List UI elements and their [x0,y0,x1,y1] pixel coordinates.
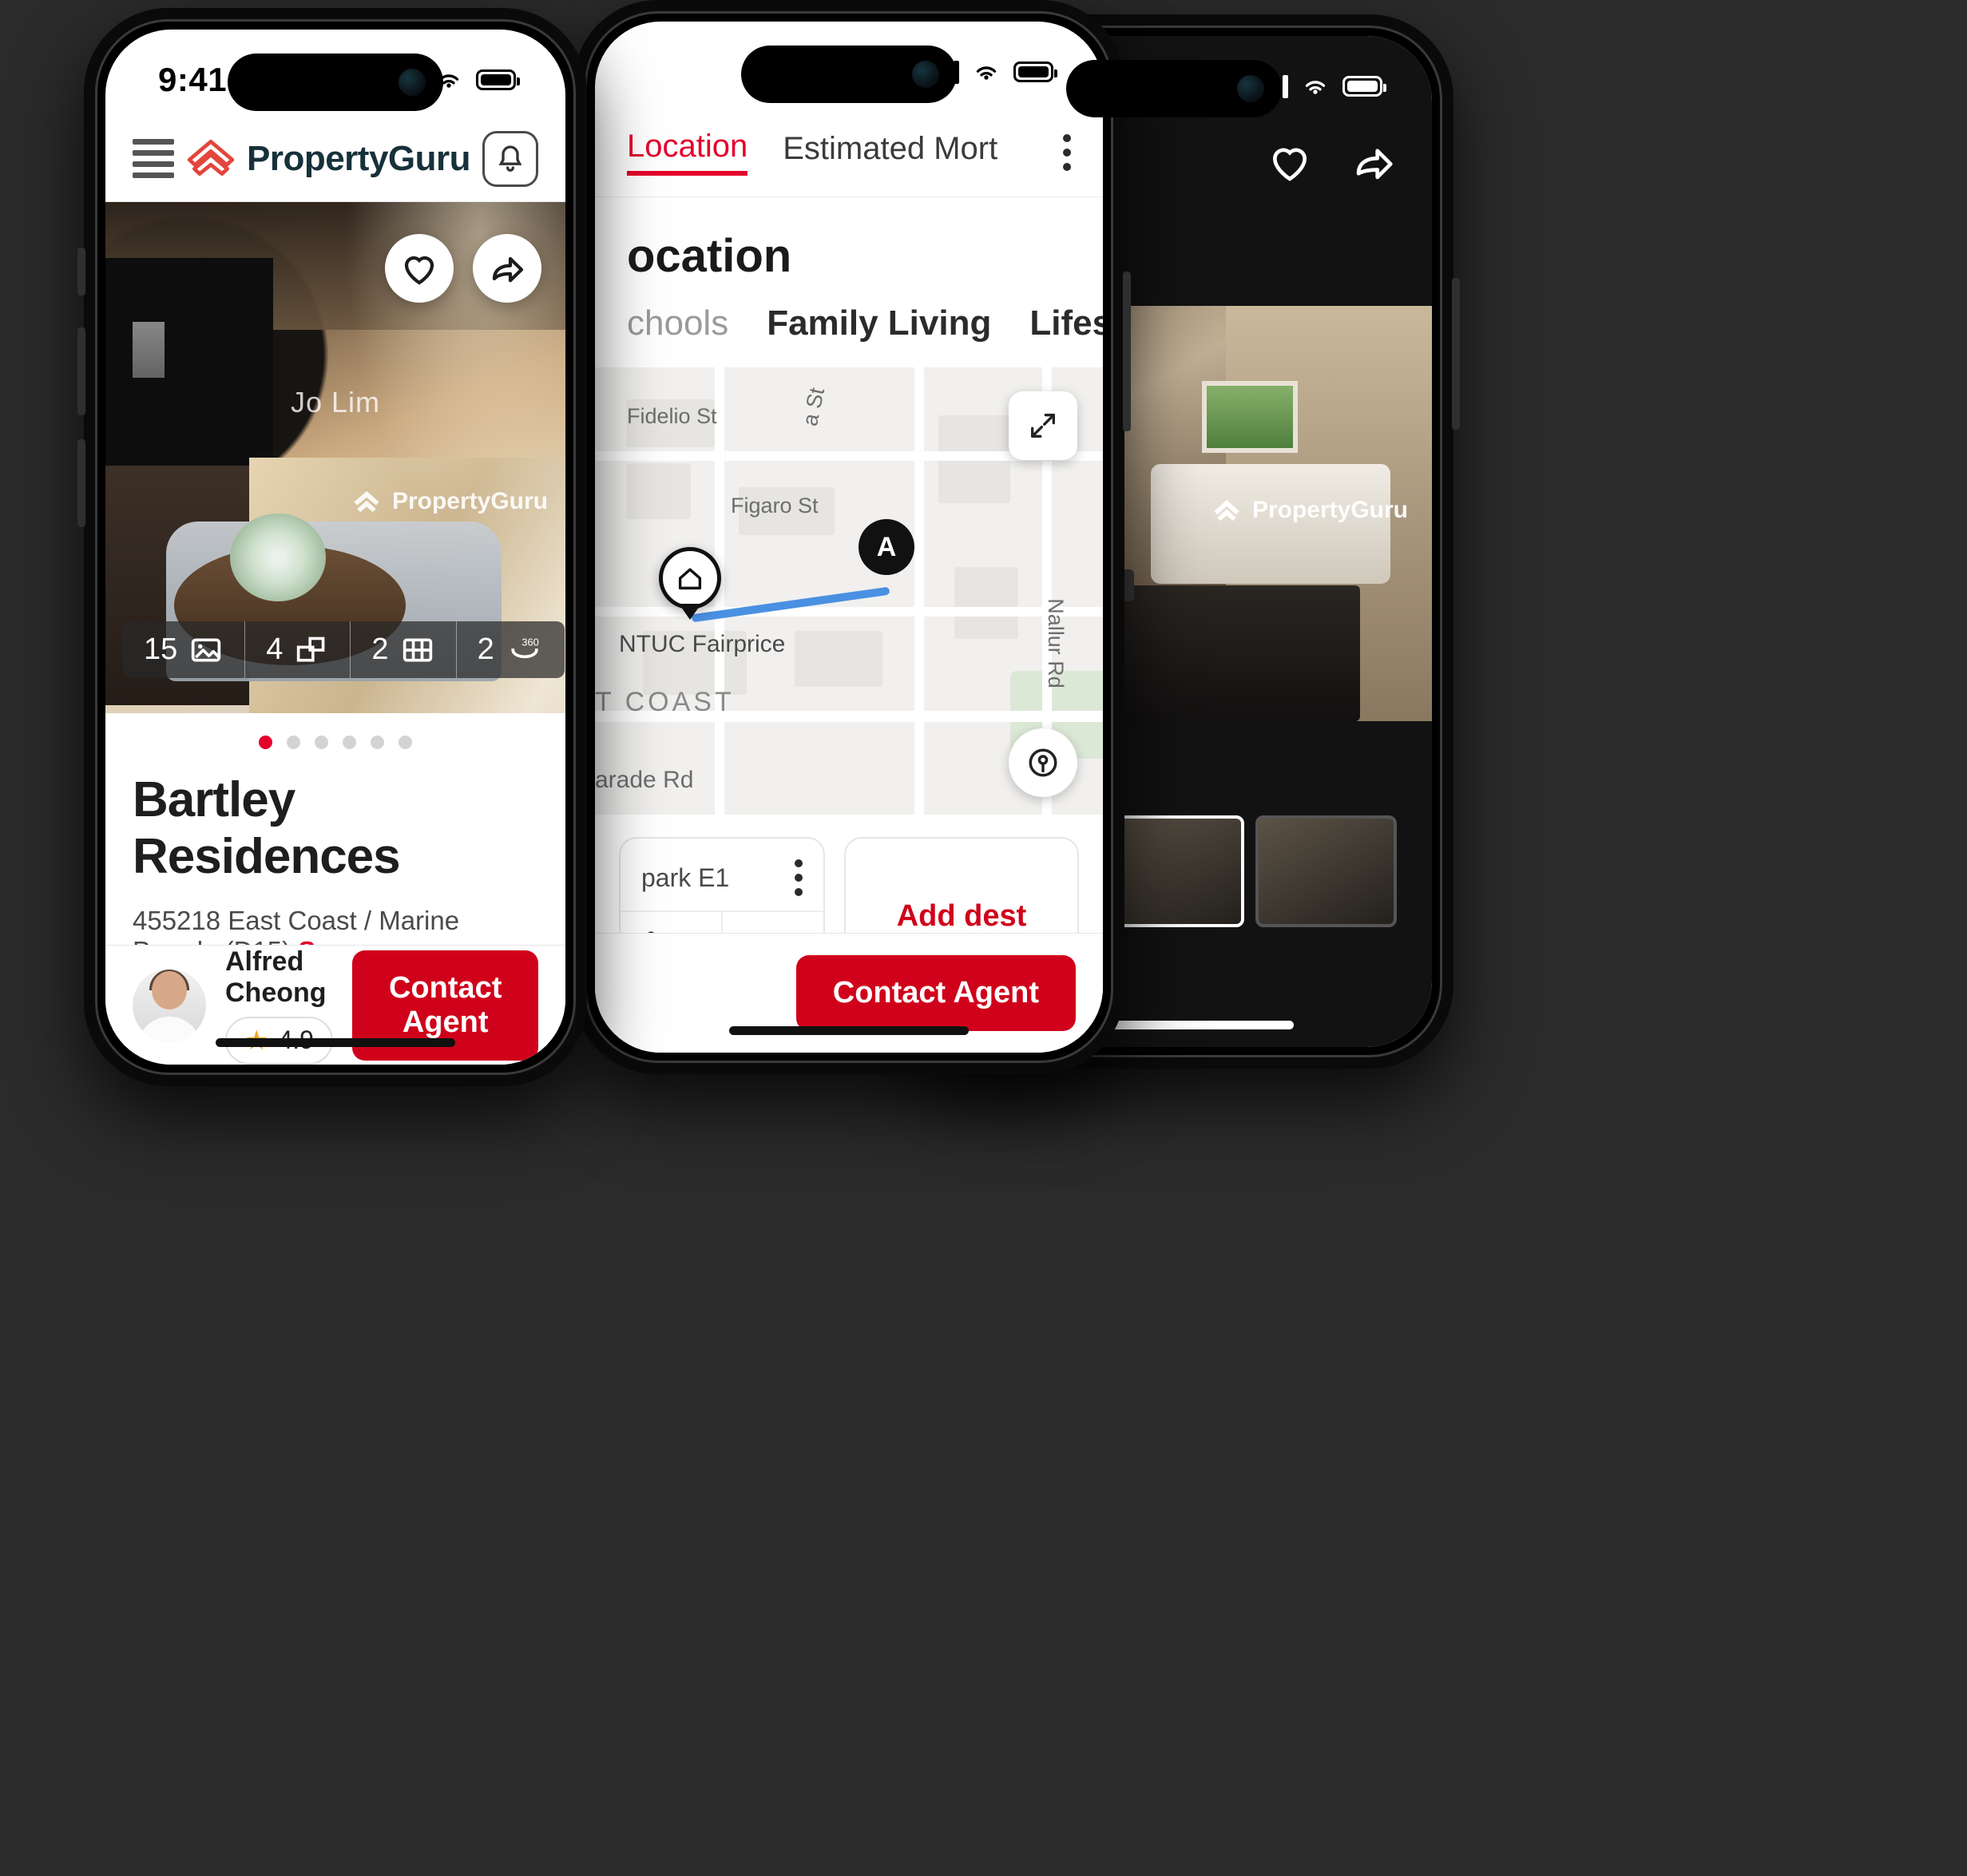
location-subtabs: chools Family Living Lifestyle [595,303,1103,367]
phone-mockup-2: 9:41 Location Estimated Mort ocation cho… [573,0,1131,1074]
contact-agent-button[interactable]: Contact Agent [795,955,1076,1031]
distance-card-header: park E1 [621,839,823,910]
screenshot-stage: 25 [0,0,1967,1876]
heart-icon[interactable] [1267,141,1312,183]
carousel-dot[interactable] [399,736,412,749]
thumbnail[interactable] [1255,815,1398,927]
carousel-dot[interactable] [259,736,272,749]
tab-location[interactable]: Location [627,129,748,176]
brand-logo[interactable]: PropertyGuru [186,137,471,181]
front-camera-icon [1237,75,1264,102]
phone2-screen: 9:41 Location Estimated Mort ocation cho… [595,22,1103,1053]
subtab-family-living[interactable]: Family Living [767,303,991,343]
destination-label: park E1 [641,863,730,892]
bell-icon[interactable] [482,130,538,187]
floorplan-icon [297,637,325,662]
dynamic-island [228,54,443,111]
phone1-screen: 9:41 PropertyGuru Jo Lim PropertyGuru 15… [105,30,565,1065]
home-indicator [216,1038,455,1047]
gallery-actions [1267,141,1397,183]
photo-watermark: PropertyGuru [1211,497,1408,524]
svg-text:360: 360 [521,636,539,648]
power-button[interactable] [1452,278,1460,430]
battery-icon [1013,61,1057,82]
battery-icon [476,69,520,90]
phone1-bezel: 9:41 PropertyGuru Jo Lim PropertyGuru 15… [95,19,576,1075]
heart-icon [404,256,434,285]
watermark-text: PropertyGuru [1251,497,1408,524]
home-pin-icon[interactable] [659,547,721,609]
view360-count: 2 [477,633,494,666]
carousel-dot[interactable] [371,736,384,749]
video-count: 2 [371,633,389,666]
media-count-floorplans[interactable]: 4 [245,621,351,678]
subtab-schools[interactable]: chools [627,303,728,343]
status-time-1: 9:41 [158,61,228,98]
agent-name: Alfred Cheong [225,946,327,1008]
propertyguru-logo-icon [1214,500,1239,522]
wifi-icon [976,66,997,80]
carousel-dots[interactable] [105,713,565,760]
subtab-lifestyle[interactable]: Lifestyle [1029,303,1103,343]
app-bar: PropertyGuru [105,116,565,202]
avatar[interactable] [133,968,206,1042]
location-map[interactable]: Fidelio St a St Figaro St NTUC Fairprice… [595,367,1103,815]
photo-watermark-name: Jo Lim [290,386,381,419]
hero-actions [385,234,541,303]
front-camera-icon [912,61,939,88]
favorite-button[interactable] [385,234,454,303]
watermark-text: PropertyGuru [391,488,548,515]
tab-estimated-mortgage[interactable]: Estimated Mort [783,131,997,173]
phone2-bezel: 9:41 Location Estimated Mort ocation cho… [585,11,1113,1063]
photo-watermark-brand: PropertyGuru [351,488,548,515]
share-button[interactable] [473,234,541,303]
view360-icon: 360 [511,636,539,658]
battery-icon [1342,76,1386,97]
propertyguru-logo-icon [354,491,379,513]
carousel-dot[interactable] [315,736,328,749]
kebab-icon[interactable] [795,859,803,896]
add-destination-title: Add dest [896,899,1027,933]
volume-down-button[interactable] [77,439,85,527]
home-indicator [729,1026,969,1035]
power-button[interactable] [1123,272,1131,431]
phone-mockup-1: 9:41 PropertyGuru Jo Lim PropertyGuru 15… [77,8,587,1086]
kebab-icon[interactable] [1063,133,1071,171]
wifi-icon [1305,81,1326,94]
media-count-videos[interactable]: 2 [351,621,457,678]
carousel-dot[interactable] [343,736,356,749]
floorplan-count: 4 [266,633,284,666]
dynamic-island [1066,60,1282,117]
propertyguru-logo-icon [187,139,235,176]
page-title: Bartley Residences [133,772,401,884]
photo-artwork [1202,380,1299,453]
media-count-photos[interactable]: 15 [123,621,246,678]
share-icon [492,256,524,283]
dynamic-island [741,46,957,103]
video-icon [403,637,432,662]
destination-pin-a[interactable]: A [859,519,914,575]
media-count-360[interactable]: 2 360 [457,621,565,678]
front-camera-icon [399,69,426,96]
locate-icon[interactable] [1009,728,1077,797]
media-counts-bar: 15 4 2 2 360 [123,621,565,678]
volume-up-button[interactable] [77,327,85,415]
brand-wordmark: PropertyGuru [246,138,471,178]
photo-count: 15 [144,633,178,666]
mute-switch[interactable] [77,248,85,295]
hamburger-icon[interactable] [133,139,174,178]
share-icon[interactable] [1350,141,1397,183]
expand-icon[interactable] [1009,391,1077,460]
carousel-dot[interactable] [287,736,300,749]
section-title: ocation [595,197,1103,303]
thumbnail[interactable] [1103,815,1245,927]
photo-icon [192,637,221,662]
hero-carousel[interactable]: Jo Lim PropertyGuru 15 4 2 2 360 [105,202,565,713]
